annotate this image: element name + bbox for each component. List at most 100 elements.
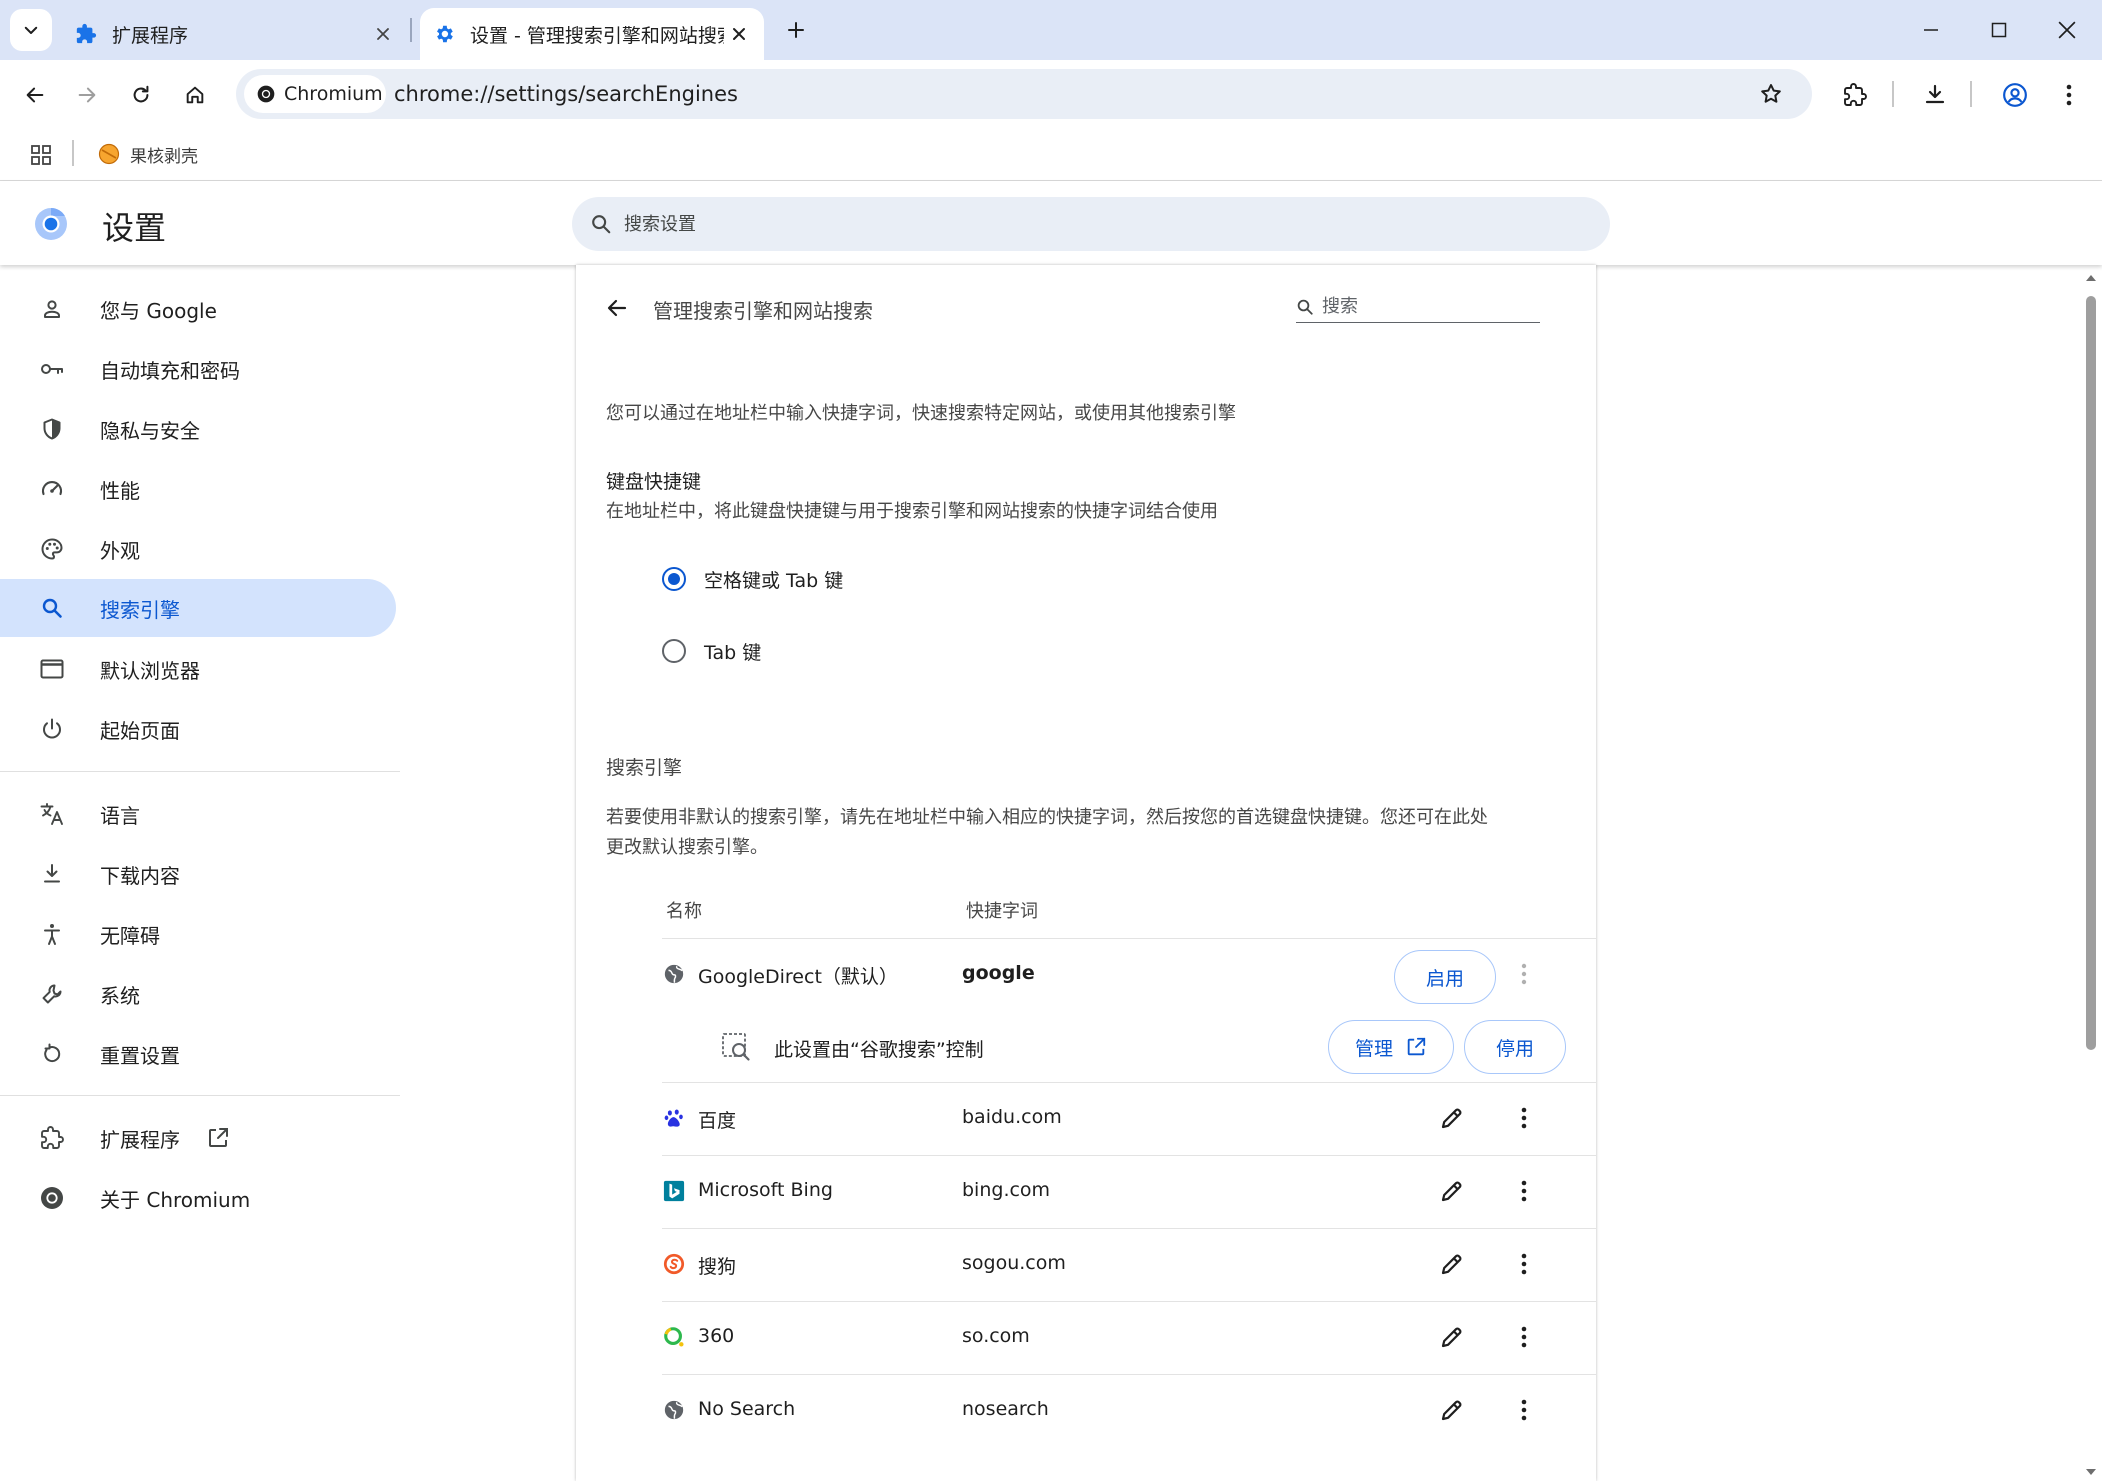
- edit-button[interactable]: [1432, 1390, 1472, 1430]
- sidebar-item-performance[interactable]: 性能: [0, 460, 396, 518]
- download-icon: [38, 860, 66, 888]
- url-text[interactable]: chrome://settings/searchEngines: [394, 69, 738, 119]
- gear-icon: [432, 22, 456, 46]
- tab-title: 扩展程序: [112, 24, 189, 47]
- scroll-up-arrow[interactable]: [2084, 272, 2098, 284]
- settings-search-input[interactable]: [624, 213, 1524, 235]
- more-vertical-icon: [1521, 963, 1527, 985]
- keyboard-description: 在地址栏中，将此键盘快捷键与用于搜索引擎和网站搜索的快捷字词结合使用: [606, 501, 1218, 522]
- table-row: 360 so.com: [662, 1301, 1596, 1373]
- sidebar-item-accessibility[interactable]: 无障碍: [0, 905, 396, 963]
- more-actions-button[interactable]: [1504, 1171, 1544, 1211]
- tab-extensions[interactable]: 扩展程序: [62, 8, 408, 60]
- apps-button[interactable]: [20, 134, 62, 176]
- puzzle-icon: [38, 1124, 66, 1152]
- engine-name: Microsoft Bing: [698, 1179, 833, 1201]
- scrollbar-thumb[interactable]: [2086, 296, 2096, 1050]
- bookmark-item[interactable]: 果核剥壳: [98, 138, 198, 170]
- sidebar-item-default-browser[interactable]: 默认浏览器: [0, 640, 396, 698]
- subpage-search-input[interactable]: [1322, 296, 1522, 317]
- edit-button[interactable]: [1432, 1244, 1472, 1284]
- sidebar-item-appearance[interactable]: 外观: [0, 520, 396, 578]
- engines-heading: 搜索引擎: [606, 757, 683, 779]
- sidebar-item-label: 性能: [100, 478, 140, 503]
- sidebar-item-label: 外观: [100, 538, 140, 563]
- arrow-left-icon: [607, 299, 627, 317]
- column-header-name: 名称: [666, 901, 702, 922]
- radio-button-checked[interactable]: [662, 567, 686, 591]
- chevron-down-icon: [24, 26, 38, 34]
- tab-close-button[interactable]: [368, 19, 398, 49]
- profile-button[interactable]: [1994, 74, 2036, 116]
- tab-settings[interactable]: 设置 - 管理搜索引擎和网站搜索: [420, 8, 764, 60]
- subpage-search[interactable]: [1296, 291, 1540, 323]
- radio-label: 空格键或 Tab 键: [704, 569, 844, 592]
- engines-description-line1: 若要使用非默认的搜索引擎，请先在地址栏中输入相应的快捷字词，然后按您的首选键盘快…: [606, 807, 1488, 828]
- tab-search-button[interactable]: [10, 9, 52, 51]
- sidebar-item-privacy[interactable]: 隐私与安全: [0, 400, 396, 458]
- maximize-button[interactable]: [1974, 8, 2024, 52]
- sidebar-item-system[interactable]: 系统: [0, 965, 396, 1023]
- reload-button[interactable]: [120, 74, 162, 116]
- toolbar-separator: [1970, 81, 1972, 107]
- more-vertical-icon: [1521, 1253, 1527, 1275]
- tab-separator: [410, 18, 412, 42]
- extensions-button[interactable]: [1834, 74, 1876, 116]
- more-vertical-icon: [1521, 1180, 1527, 1202]
- bookmark-separator: [72, 140, 74, 166]
- new-tab-button[interactable]: [780, 14, 812, 46]
- sidebar-item-languages[interactable]: 语言: [0, 785, 396, 843]
- sidebar-item-about[interactable]: 关于 Chromium: [0, 1169, 396, 1227]
- site-info-chip[interactable]: Chromium: [244, 75, 386, 113]
- more-actions-button-disabled[interactable]: [1504, 954, 1544, 994]
- avatar-icon: [2003, 83, 2027, 107]
- radio-tab-only[interactable]: Tab 键: [662, 631, 761, 671]
- sidebar-item-autofill[interactable]: 自动填充和密码: [0, 340, 396, 398]
- search-icon: [592, 215, 611, 234]
- back-button[interactable]: [14, 74, 56, 116]
- close-window-button[interactable]: [2042, 8, 2092, 52]
- settings-search[interactable]: [572, 197, 1610, 251]
- more-actions-button[interactable]: [1504, 1098, 1544, 1138]
- enable-button[interactable]: 启用: [1394, 950, 1496, 1004]
- table-row: Microsoft Bing bing.com: [662, 1155, 1596, 1227]
- minimize-button[interactable]: [1906, 8, 1956, 52]
- disable-button[interactable]: 停用: [1464, 1020, 1566, 1074]
- sidebar-item-extensions[interactable]: 扩展程序: [0, 1109, 396, 1167]
- bookmark-star-button[interactable]: [1750, 73, 1792, 115]
- globe-icon: [662, 1398, 686, 1422]
- more-vertical-icon: [1521, 1107, 1527, 1129]
- sidebar-item-you-and-google[interactable]: 您与 Google: [0, 280, 396, 338]
- column-header-keyword: 快捷字词: [966, 901, 1038, 922]
- sidebar-item-downloads[interactable]: 下载内容: [0, 845, 396, 903]
- tab-close-button[interactable]: [724, 19, 754, 49]
- open-in-new-icon: [1407, 1037, 1426, 1056]
- engine-keyword: sogou.com: [962, 1252, 1066, 1274]
- edit-button[interactable]: [1432, 1171, 1472, 1211]
- more-vertical-icon: [2066, 84, 2072, 106]
- more-actions-button[interactable]: [1504, 1244, 1544, 1284]
- back-button[interactable]: [600, 291, 634, 325]
- sidebar-item-on-startup[interactable]: 起始页面: [0, 700, 396, 758]
- radio-button[interactable]: [662, 639, 686, 663]
- downloads-button[interactable]: [1914, 74, 1956, 116]
- radio-space-or-tab[interactable]: 空格键或 Tab 键: [662, 559, 843, 599]
- tab-title: 设置 - 管理搜索引擎和网站搜索: [470, 24, 724, 47]
- sidebar-item-search-engine[interactable]: 搜索引擎: [0, 579, 396, 637]
- forward-button[interactable]: [66, 74, 108, 116]
- home-button[interactable]: [174, 74, 216, 116]
- scroll-down-arrow[interactable]: [2084, 1466, 2098, 1478]
- sidebar-item-label: 隐私与安全: [100, 418, 200, 443]
- address-bar[interactable]: Chromium chrome://settings/searchEngines: [236, 69, 1812, 119]
- edit-button[interactable]: [1432, 1317, 1472, 1357]
- table-row: 百度 baidu.com: [662, 1082, 1596, 1154]
- more-actions-button[interactable]: [1504, 1317, 1544, 1357]
- sidebar-item-reset[interactable]: 重置设置: [0, 1025, 396, 1083]
- reset-icon: [38, 1040, 66, 1068]
- edit-button[interactable]: [1432, 1098, 1472, 1138]
- browser-menu-button[interactable]: [2048, 74, 2090, 116]
- manage-button[interactable]: 管理: [1328, 1020, 1454, 1074]
- more-actions-button[interactable]: [1504, 1390, 1544, 1430]
- arrow-left-icon: [26, 87, 44, 103]
- pencil-icon: [1441, 1254, 1462, 1275]
